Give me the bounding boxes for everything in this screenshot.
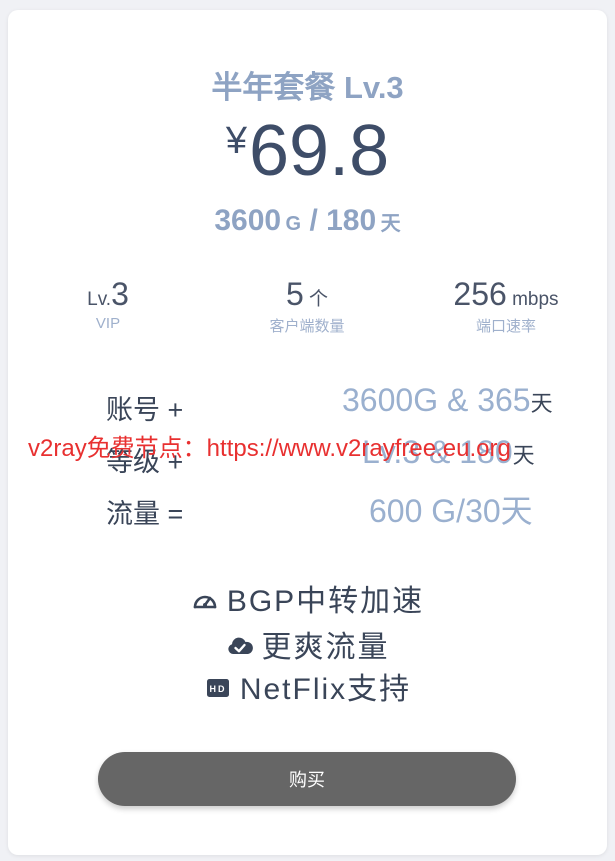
- stat-value: 5: [285, 276, 304, 312]
- formula-value: 3600G & 365: [342, 382, 531, 418]
- formula-value: 600 G/30天: [369, 493, 533, 529]
- stat-port-speed: 256 mbps 端口速率: [406, 276, 606, 336]
- stat-label: VIP: [95, 315, 121, 332]
- feature-netflix: HD NetFlix支持: [8, 664, 607, 708]
- days-unit: 天: [380, 213, 401, 235]
- feature-bgp: BGP中转加速: [8, 576, 607, 620]
- stat-unit: 个: [303, 289, 329, 310]
- svg-text:HD: HD: [209, 684, 226, 694]
- formula-unit: 天: [530, 391, 553, 416]
- hd-icon: HD: [204, 674, 232, 698]
- stat-prefix: Lv.: [87, 289, 112, 310]
- stat-label: 端口速率: [475, 318, 536, 335]
- stat-vip-level: Lv.3 VIP: [8, 276, 208, 332]
- formula-label-traffic: 流量 =: [106, 499, 184, 529]
- buy-button[interactable]: 购买: [98, 752, 516, 806]
- stat-client-count: 5 个 客户端数量: [207, 276, 407, 336]
- formula-value-traffic: 600 G/30天: [369, 486, 615, 532]
- feature-text: BGP中转加速: [226, 585, 425, 618]
- plan-days: 180: [326, 204, 377, 237]
- formula-unit: 天: [512, 443, 535, 468]
- cloud-check-icon: [226, 632, 254, 656]
- feature-text: NetFlix支持: [239, 673, 412, 706]
- quota-separator: /: [301, 204, 327, 237]
- stat-unit: mbps: [506, 289, 559, 310]
- plan-quota: 3600 G / 180 天: [8, 204, 607, 238]
- feature-traffic: 更爽流量: [8, 622, 607, 666]
- price-amount: 69.8: [249, 111, 390, 191]
- price: ¥69.8: [8, 110, 607, 192]
- currency-symbol: ¥: [225, 120, 247, 162]
- stat-value: 3: [111, 276, 129, 312]
- formula-label-account: 账号 +: [106, 395, 184, 425]
- plan-title: 半年套餐 Lv.3: [211, 70, 404, 105]
- speedometer-icon: [191, 586, 219, 610]
- watermark-text: v2ray免费节点：https://www.v2rayfree.eu.org: [28, 435, 511, 462]
- stat-label: 客户端数量: [269, 318, 345, 335]
- traffic-amount: 3600: [214, 204, 282, 237]
- plan-card: 半年套餐 Lv.3 ¥69.8 3600 G / 180 天 Lv.3 VIP …: [8, 10, 607, 855]
- traffic-unit: G: [285, 213, 302, 235]
- formula-value-account: 3600G & 365天: [342, 382, 615, 419]
- stat-value: 256: [453, 276, 507, 312]
- feature-text: 更爽流量: [261, 631, 390, 664]
